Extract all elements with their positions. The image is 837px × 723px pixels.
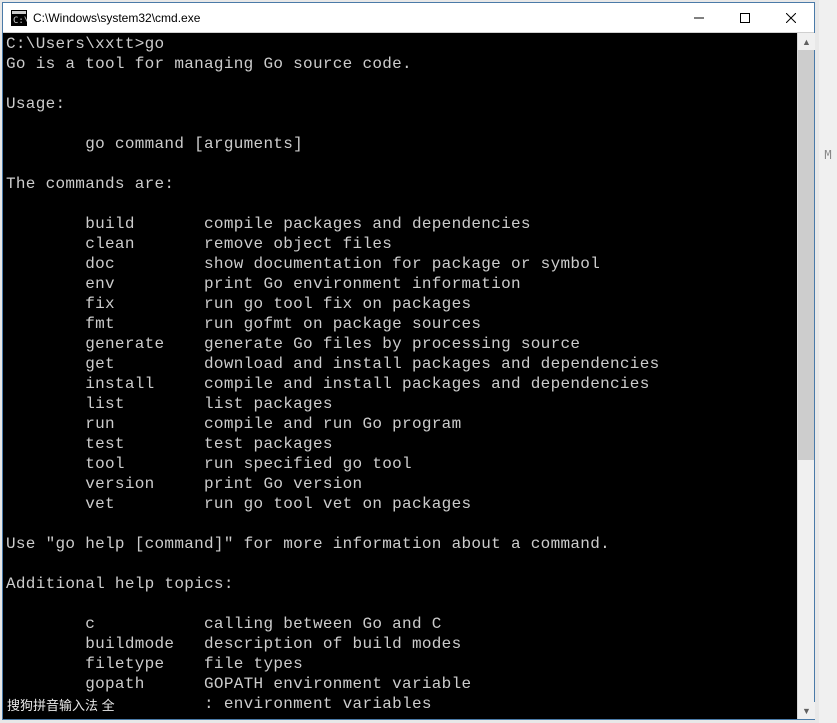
titlebar[interactable]: C:\ C:\Windows\system32\cmd.exe	[3, 3, 814, 33]
svg-text:C:\: C:\	[13, 16, 27, 26]
background-strip: M	[819, 0, 837, 723]
maximize-button[interactable]	[722, 3, 768, 33]
edge-letter: M	[819, 148, 837, 162]
cmd-window: C:\ C:\Windows\system32\cmd.exe C:\Users…	[2, 2, 815, 720]
scroll-track[interactable]	[798, 50, 814, 702]
scroll-up-arrow[interactable]: ▲	[798, 33, 815, 50]
terminal-output[interactable]: C:\Users\xxtt>go Go is a tool for managi…	[3, 33, 797, 719]
window-title: C:\Windows\system32\cmd.exe	[33, 11, 200, 25]
minimize-button[interactable]	[676, 3, 722, 33]
terminal-area: C:\Users\xxtt>go Go is a tool for managi…	[3, 33, 814, 719]
scroll-thumb[interactable]	[798, 50, 814, 460]
cmd-icon: C:\	[11, 10, 27, 26]
close-button[interactable]	[768, 3, 814, 33]
scroll-down-arrow[interactable]: ▼	[798, 702, 815, 719]
vertical-scrollbar[interactable]: ▲ ▼	[797, 33, 814, 719]
